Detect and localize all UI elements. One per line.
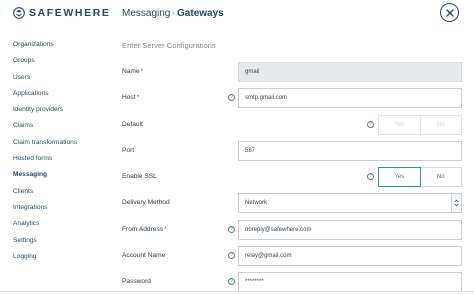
name-label: Name* bbox=[122, 68, 144, 75]
name-field[interactable]: gmail bbox=[238, 62, 462, 82]
required-mark: * bbox=[136, 94, 140, 101]
from-address-field[interactable]: noreply@safewhere.com bbox=[238, 220, 462, 240]
enable-ssl-toggle[interactable]: Yes No bbox=[378, 167, 462, 187]
sidebar-item-hosted-forms[interactable]: Hosted forms bbox=[13, 155, 77, 171]
required-mark: * bbox=[140, 68, 144, 75]
brand-name: SAFEWHERE bbox=[29, 7, 111, 19]
help-icon[interactable]: ? bbox=[228, 94, 235, 101]
breadcrumb-section[interactable]: Messaging bbox=[122, 8, 170, 19]
from-address-label: From Address* bbox=[122, 226, 167, 233]
enable-ssl-label: Enable SSL bbox=[122, 173, 157, 180]
divider bbox=[0, 291, 474, 292]
close-icon bbox=[445, 8, 454, 17]
help-icon[interactable]: ? bbox=[228, 252, 235, 259]
sidebar-item-claims[interactable]: Claims bbox=[13, 122, 77, 138]
form-subtitle: Enter Server Configurations bbox=[122, 41, 216, 50]
password-row: Password ? ******** bbox=[122, 272, 462, 292]
sidebar-item-analytics[interactable]: Analytics bbox=[13, 220, 77, 236]
sidebar-item-organizations[interactable]: Organizations bbox=[13, 41, 77, 57]
sidebar-item-identity-providers[interactable]: Identity providers bbox=[13, 106, 77, 122]
name-row: Name* gmail bbox=[122, 62, 462, 82]
port-field[interactable]: 587 bbox=[238, 141, 462, 161]
sidebar-item-groups[interactable]: Groups bbox=[13, 57, 77, 73]
enable-ssl-no-option[interactable]: No bbox=[420, 167, 462, 187]
default-no-option[interactable]: No bbox=[420, 115, 462, 135]
sidebar-item-messaging[interactable]: Messaging bbox=[13, 171, 77, 187]
from-address-row: From Address* ? noreply@safewhere.com bbox=[122, 220, 462, 240]
default-toggle[interactable]: Yes No bbox=[378, 115, 462, 135]
port-label: Port bbox=[122, 147, 135, 154]
sidebar-nav: Organizations Groups Users Applications … bbox=[13, 41, 77, 269]
help-icon[interactable]: ? bbox=[228, 226, 235, 233]
chevron-down-icon[interactable] bbox=[451, 194, 461, 212]
breadcrumb: Messaging › Gateways bbox=[122, 8, 224, 19]
enable-ssl-yes-option[interactable]: Yes bbox=[378, 167, 421, 187]
host-row: Host* ? smtp.gmail.com bbox=[122, 88, 462, 108]
sidebar-item-clients[interactable]: Clients bbox=[13, 188, 77, 204]
safewhere-logo[interactable]: SAFEWHERE bbox=[13, 7, 111, 19]
help-icon[interactable]: ? bbox=[228, 278, 235, 285]
delivery-method-label: Delivery Method bbox=[122, 199, 170, 206]
password-field[interactable]: ******** bbox=[238, 272, 462, 292]
enable-ssl-row: Enable SSL ? Yes No bbox=[122, 167, 462, 187]
default-label: Default bbox=[122, 121, 143, 128]
sidebar-item-applications[interactable]: Applications bbox=[13, 90, 77, 106]
breadcrumb-separator: › bbox=[172, 9, 176, 18]
delivery-method-row: Delivery Method Network bbox=[122, 193, 462, 213]
default-row: Default ? Yes No bbox=[122, 115, 462, 135]
account-name-row: Account Name ? relay@gmail.com bbox=[122, 246, 462, 266]
required-mark: * bbox=[164, 226, 167, 233]
safewhere-logo-icon bbox=[13, 7, 25, 19]
host-field[interactable]: smtp.gmail.com bbox=[238, 88, 462, 108]
close-button[interactable] bbox=[440, 3, 459, 22]
account-name-field[interactable]: relay@gmail.com bbox=[238, 246, 462, 266]
page-title: Gateways bbox=[177, 8, 224, 19]
sidebar-item-claim-transformations[interactable]: Claim transformations bbox=[13, 139, 77, 155]
help-icon[interactable]: ? bbox=[367, 173, 374, 180]
sidebar-item-settings[interactable]: Settings bbox=[13, 237, 77, 253]
sidebar-item-logging[interactable]: Logging bbox=[13, 253, 77, 269]
port-row: Port 587 bbox=[122, 141, 462, 161]
host-label: Host* bbox=[122, 94, 140, 101]
delivery-method-select[interactable]: Network bbox=[238, 193, 462, 213]
delivery-method-value: Network bbox=[245, 200, 268, 206]
default-yes-option[interactable]: Yes bbox=[378, 115, 421, 135]
sidebar-item-integrations[interactable]: Integrations bbox=[13, 204, 77, 220]
account-name-label: Account Name bbox=[122, 252, 166, 259]
sidebar-item-users[interactable]: Users bbox=[13, 74, 77, 90]
password-label: Password bbox=[122, 278, 151, 285]
help-icon[interactable]: ? bbox=[367, 121, 374, 128]
